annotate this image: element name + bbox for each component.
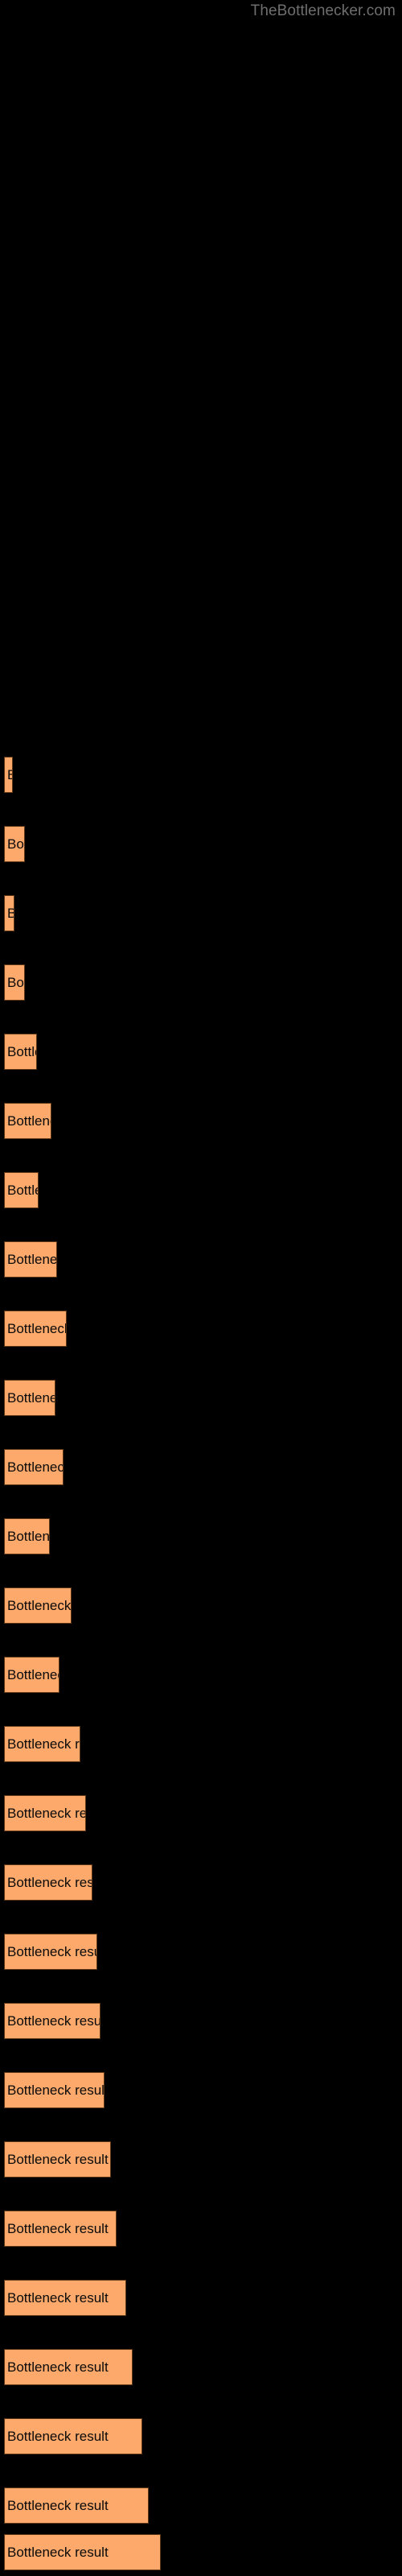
bar-row: Bottleneck result	[0, 2534, 402, 2571]
bar-label: Bottleneck result	[7, 2497, 109, 2513]
bar-row: Bottleneck result	[0, 1380, 402, 1417]
bar[interactable]: Bottleneck result	[4, 1241, 57, 1278]
bar-label: Bottleneck result	[7, 974, 24, 990]
bar-row: Bottleneck result	[0, 826, 402, 863]
bar-row: Bottleneck result	[0, 2211, 402, 2248]
bar-row: Bottleneck result	[0, 2141, 402, 2178]
bar-label: Bottleneck result	[7, 1043, 36, 1059]
bar[interactable]: Bottleneck result	[4, 2487, 149, 2524]
bar-label: Bottleneck result	[7, 1805, 85, 1821]
bar-row: Bottleneck result	[0, 1726, 402, 1763]
bar[interactable]: Bottleneck result	[4, 2072, 105, 2108]
bar-row: Bottleneck result	[0, 895, 402, 932]
bar-row: Bottleneck result	[0, 1172, 402, 1209]
bar-row: Bottleneck result	[0, 1657, 402, 1694]
bar-row: Bottleneck result	[0, 2349, 402, 2386]
bar-label: Bottleneck result	[7, 1389, 55, 1406]
bar[interactable]: Bottleneck result	[4, 1103, 51, 1139]
bar[interactable]: Bottleneck result	[4, 2280, 126, 2316]
bar-label: Bottleneck result	[7, 2289, 109, 2306]
bar[interactable]: Bottleneck result	[4, 2211, 117, 2247]
bar-row: Bottleneck result	[0, 2280, 402, 2317]
bar-row: Bottleneck result	[0, 1034, 402, 1071]
bar[interactable]: Bottleneck result	[4, 757, 13, 793]
bar-label: Bottleneck result	[7, 1182, 38, 1198]
bar[interactable]: Bottleneck result	[4, 1034, 37, 1070]
bar-label: Bottleneck result	[7, 906, 14, 922]
bar-row: Bottleneck result	[0, 757, 402, 794]
bar-row: Bottleneck result	[0, 1864, 402, 1901]
bar-row: Bottleneck result	[0, 1587, 402, 1624]
bar[interactable]: Bottleneck result	[4, 1934, 97, 1970]
bar[interactable]: Bottleneck result	[4, 1311, 67, 1347]
bar[interactable]: Bottleneck result	[4, 2418, 142, 2454]
bar-label: Bottleneck result	[7, 1459, 63, 1475]
bar-label: Bottleneck result	[7, 1320, 67, 1336]
bar-row: Bottleneck result	[0, 2003, 402, 2040]
bar[interactable]: Bottleneck result	[4, 826, 25, 862]
bar-row: Bottleneck result	[0, 2487, 402, 2524]
bar[interactable]: Bottleneck result	[4, 964, 25, 1001]
bar[interactable]: Bottleneck result	[4, 1587, 72, 1624]
bar[interactable]: Bottleneck result	[4, 1726, 80, 1762]
bar-label: Bottleneck result	[7, 1528, 50, 1544]
bar-row: Bottleneck result	[0, 1795, 402, 1832]
bar-row: Bottleneck result	[0, 2418, 402, 2455]
bar-row: Bottleneck result	[0, 1103, 402, 1140]
bar-row: Bottleneck result	[0, 1518, 402, 1555]
bar[interactable]: Bottleneck result	[4, 1449, 64, 1485]
bar-label: Bottleneck result	[7, 1736, 80, 1752]
bar-label: Bottleneck result	[7, 767, 12, 783]
bar[interactable]: Bottleneck result	[4, 1657, 59, 1693]
bar-label: Bottleneck result	[7, 2359, 109, 2375]
bar-label: Bottleneck result	[7, 2428, 109, 2444]
bar[interactable]: Bottleneck result	[4, 2003, 100, 2039]
bar-label: Bottleneck result	[7, 2151, 109, 2167]
bar-label: Bottleneck result	[7, 2013, 100, 2029]
bar-row: Bottleneck result	[0, 1311, 402, 1348]
bar[interactable]: Bottleneck result	[4, 895, 14, 931]
bar-row: Bottleneck result	[0, 964, 402, 1001]
bar-label: Bottleneck result	[7, 2220, 109, 2236]
bar-row: Bottleneck result	[0, 1934, 402, 1971]
bar[interactable]: Bottleneck result	[4, 1518, 50, 1554]
bar-row: Bottleneck result	[0, 1449, 402, 1486]
bar-label: Bottleneck result	[7, 836, 24, 852]
bar[interactable]: Bottleneck result	[4, 1795, 86, 1831]
bar[interactable]: Bottleneck result	[4, 2349, 133, 2385]
bar-label: Bottleneck result	[7, 2082, 105, 2098]
bar[interactable]: Bottleneck result	[4, 1864, 92, 1901]
bar[interactable]: Bottleneck result	[4, 2141, 111, 2178]
bar-label: Bottleneck result	[7, 1113, 51, 1129]
bar-label: Bottleneck result	[7, 1597, 72, 1613]
bar-label: Bottleneck result	[7, 1251, 57, 1267]
bar-row: Bottleneck result	[0, 1241, 402, 1278]
bar[interactable]: Bottleneck result	[4, 1380, 55, 1416]
bar[interactable]: Bottleneck result	[4, 1172, 39, 1208]
bar[interactable]: Bottleneck result	[4, 2534, 161, 2570]
bottleneck-bar-chart: Bottleneck result Bottleneck result Bottle…	[0, 0, 402, 2576]
bar-label: Bottleneck result	[7, 1666, 59, 1682]
page-root: TheBottlenecker.com Bottleneck resultBot…	[0, 0, 402, 2576]
bar-label: Bottleneck result	[7, 2544, 109, 2560]
bar-row: Bottleneck result	[0, 2072, 402, 2109]
bar-label: Bottleneck result	[7, 1943, 96, 1959]
bar-label: Bottleneck result	[7, 1874, 92, 1890]
